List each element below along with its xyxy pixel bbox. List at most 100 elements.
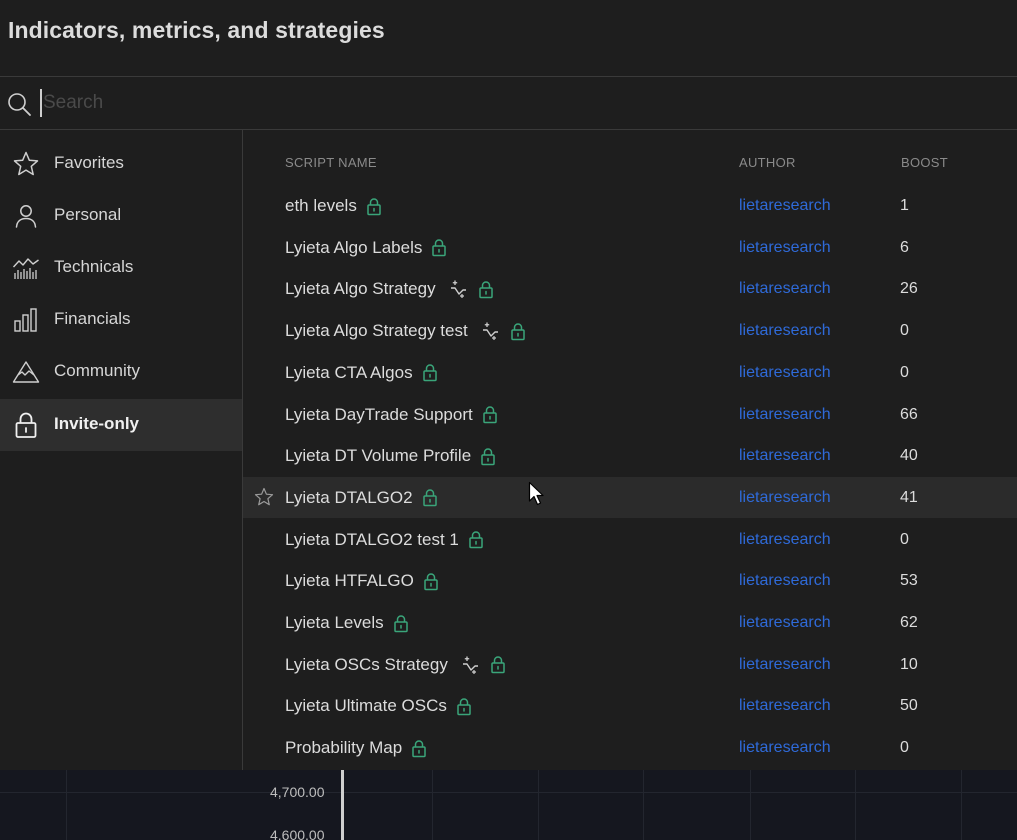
sidebar-item-label: Financials — [54, 309, 131, 328]
lock-icon — [424, 573, 438, 591]
script-name[interactable]: Lyieta Algo Strategy — [285, 279, 494, 299]
script-name[interactable]: Lyieta DTALGO2 test 1 — [285, 530, 484, 550]
script-name-label: Lyieta Levels — [285, 613, 384, 632]
lock-icon — [469, 531, 483, 549]
chart-background: 4,700.00 4,600.00 — [0, 770, 1017, 840]
script-name[interactable]: eth levels — [285, 196, 382, 216]
script-name[interactable]: Lyieta Algo Strategy test — [285, 321, 526, 341]
table-row[interactable]: Lyieta DT Volume Profile lietaresearch 40 — [243, 435, 1017, 476]
community-mountain-icon — [12, 361, 40, 383]
lock-icon — [478, 281, 493, 299]
script-name[interactable]: Lyieta CTA Algos — [285, 363, 438, 383]
boost-count: 53 — [900, 572, 918, 590]
author-link[interactable]: lietaresearch — [739, 489, 831, 507]
price-axis-separator[interactable] — [341, 770, 344, 840]
boost-count: 0 — [900, 739, 909, 757]
boost-count: 50 — [900, 697, 918, 715]
dialog-header: Indicators, metrics, and strategies — [0, 0, 1017, 77]
table-row[interactable]: Lyieta Levels lietaresearch 62 — [243, 602, 1017, 643]
script-name[interactable]: Lyieta DTALGO2 — [285, 488, 438, 508]
script-name[interactable]: Probability Map — [285, 738, 427, 758]
sidebar-item-label: Invite-only — [54, 414, 140, 433]
favorite-star-icon[interactable] — [254, 487, 274, 507]
author-link[interactable]: lietaresearch — [739, 364, 831, 382]
table-row[interactable]: Lyieta DTALGO2 test 1 lietaresearch 0 — [243, 519, 1017, 560]
table-row[interactable]: Lyieta CTA Algos lietaresearch 0 — [243, 352, 1017, 393]
table-row[interactable]: Lyieta Algo Strategy test lietaresearch 0 — [243, 310, 1017, 351]
table-row[interactable]: Lyieta HTFALGO lietaresearch 53 — [243, 560, 1017, 601]
author-link[interactable]: lietaresearch — [739, 239, 831, 257]
boost-count: 26 — [900, 280, 918, 298]
lock-icon — [422, 489, 437, 507]
chart-gridline — [432, 770, 433, 840]
author-link[interactable]: lietaresearch — [739, 739, 831, 757]
author-link[interactable]: lietaresearch — [739, 531, 831, 549]
dialog-title: Indicators, metrics, and strategies — [8, 17, 385, 43]
script-name[interactable]: Lyieta DayTrade Support — [285, 405, 498, 425]
sidebar-item-label: Technicals — [54, 257, 134, 276]
chart-gridline — [643, 770, 644, 840]
script-name-label: Lyieta Algo Labels — [285, 237, 423, 257]
indicators-dialog: Indicators, metrics, and strategies Favo… — [0, 0, 1017, 770]
script-name-label: Probability Map — [285, 738, 403, 758]
table-row[interactable]: Lyieta DTALGO2 lietaresearch 41 — [243, 476, 1017, 518]
table-row[interactable]: eth levels lietaresearch 1 — [243, 185, 1017, 226]
chart-gridline — [0, 792, 1017, 793]
author-link[interactable]: lietaresearch — [739, 406, 831, 424]
lock-icon — [491, 656, 505, 674]
lock-icon — [15, 412, 37, 438]
script-list: SCRIPT NAME AUTHOR BOOST eth levels lieta… — [243, 130, 1017, 770]
user-icon — [15, 205, 37, 228]
column-header-author: AUTHOR — [739, 155, 796, 170]
bar-chart-icon — [14, 308, 37, 332]
author-link[interactable]: lietaresearch — [739, 322, 831, 340]
author-link[interactable]: lietaresearch — [739, 197, 831, 215]
strategy-icon — [482, 322, 498, 341]
sidebar-item-invite-only[interactable]: Invite-only — [0, 399, 242, 451]
author-link[interactable]: lietaresearch — [739, 614, 831, 632]
script-name[interactable]: Lyieta Algo Labels — [285, 238, 447, 258]
lock-icon — [422, 364, 437, 382]
lock-icon — [482, 406, 497, 424]
boost-count: 10 — [900, 655, 918, 673]
star-icon — [13, 151, 39, 176]
sidebar-item-technicals[interactable]: Technicals — [0, 242, 242, 294]
lock-icon — [457, 698, 471, 716]
script-name-label: Lyieta DayTrade Support — [285, 404, 473, 424]
sidebar-item-community[interactable]: Community — [0, 346, 242, 398]
table-row[interactable]: Lyieta DayTrade Support lietaresearch 66 — [243, 394, 1017, 435]
search-input[interactable] — [40, 89, 943, 117]
script-name[interactable]: Lyieta OSCs Strategy — [285, 655, 506, 675]
table-row[interactable]: Lyieta OSCs Strategy lietaresearch 10 — [243, 644, 1017, 685]
table-row[interactable]: Probability Map lietaresearch 0 — [243, 727, 1017, 768]
boost-count: 41 — [900, 488, 918, 506]
lock-icon — [412, 739, 426, 757]
column-header-boost: BOOST — [901, 155, 949, 170]
sidebar-item-personal[interactable]: Personal — [0, 190, 242, 242]
lock-icon — [481, 447, 495, 465]
author-link[interactable]: lietaresearch — [739, 697, 831, 715]
author-link[interactable]: lietaresearch — [739, 572, 831, 590]
boost-count: 0 — [900, 363, 909, 381]
author-link[interactable]: lietaresearch — [739, 447, 831, 465]
table-row[interactable]: Lyieta Algo Strategy lietaresearch 26 — [243, 268, 1017, 309]
author-link[interactable]: lietaresearch — [739, 656, 831, 674]
search-icon — [8, 93, 31, 116]
boost-count: 6 — [900, 238, 909, 256]
table-row[interactable]: Lyieta Algo Labels lietaresearch 6 — [243, 227, 1017, 268]
boost-count: 1 — [900, 197, 909, 214]
boost-count: 40 — [900, 447, 918, 465]
column-header-script-name: SCRIPT NAME — [285, 155, 377, 170]
script-name[interactable]: Lyieta DT Volume Profile — [285, 446, 496, 466]
script-name[interactable]: Lyieta Ultimate OSCs — [285, 696, 472, 716]
table-row[interactable]: Lyieta Ultimate OSCs lietaresearch 50 — [243, 685, 1017, 726]
sidebar-item-financials[interactable]: Financials — [0, 294, 242, 346]
script-name-label: Lyieta Algo Strategy — [285, 279, 436, 299]
author-link[interactable]: lietaresearch — [739, 280, 831, 298]
lock-icon — [393, 614, 408, 632]
script-name-label: Lyieta DT Volume Profile — [285, 446, 472, 466]
price-label: 4,600.00 — [270, 827, 325, 840]
script-name[interactable]: Lyieta Levels — [285, 613, 409, 633]
script-name[interactable]: Lyieta HTFALGO — [285, 571, 439, 591]
sidebar-item-favorites[interactable]: Favorites — [0, 138, 242, 190]
